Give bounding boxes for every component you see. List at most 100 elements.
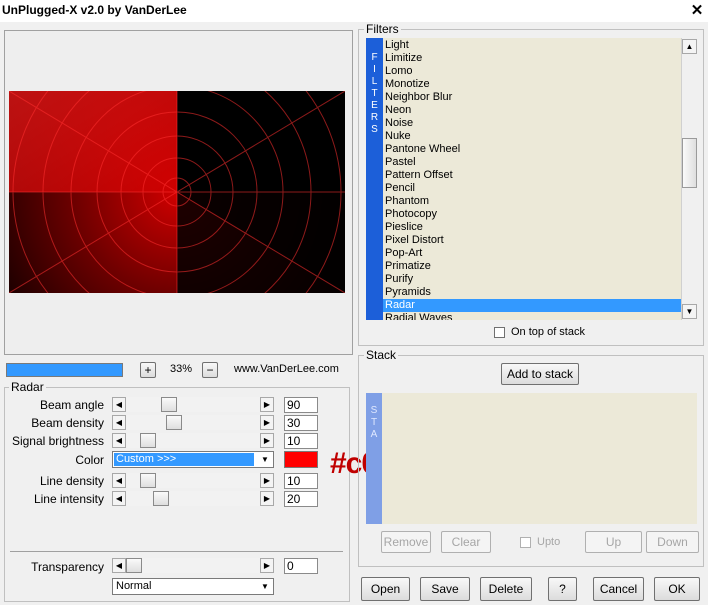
upto-checkbox[interactable] — [520, 537, 531, 548]
filter-list-item[interactable]: Limitize — [385, 52, 679, 65]
save-button[interactable]: Save — [420, 577, 470, 601]
filter-list-item[interactable]: Monotize — [385, 78, 679, 91]
title-bar: UnPlugged-X v2.0 by VanDerLee ✕ — [0, 0, 708, 22]
filters-side-label: FILTERS — [370, 52, 379, 135]
scroll-down-icon[interactable]: ▼ — [682, 304, 697, 319]
upto-label: Upto — [537, 536, 561, 548]
param-label: Signal brightness — [11, 434, 104, 448]
filter-list-item[interactable]: Pixel Distort — [385, 234, 679, 247]
window-title: UnPlugged-X v2.0 by VanDerLee — [2, 3, 187, 17]
cancel-button[interactable]: Cancel — [593, 577, 644, 601]
color-select-value: Custom >>> — [114, 453, 254, 466]
add-to-stack-button[interactable]: Add to stack — [501, 363, 579, 385]
filter-list-item[interactable]: Radar — [383, 299, 681, 312]
clear-button[interactable]: Clear — [441, 531, 491, 553]
preview-image[interactable] — [9, 91, 345, 293]
filter-list-item[interactable]: Radial Waves — [385, 312, 679, 320]
open-button[interactable]: Open — [361, 577, 410, 601]
filter-list-item[interactable]: Pastel — [385, 156, 679, 169]
filter-list-item[interactable]: Pattern Offset — [385, 169, 679, 182]
slider-thumb[interactable] — [140, 473, 156, 488]
delete-button[interactable]: Delete — [480, 577, 532, 601]
stack-side-tab: STA — [366, 393, 382, 524]
help-button[interactable]: ? — [548, 577, 577, 601]
color-label: Color — [75, 453, 104, 467]
slider-left-arrow-icon[interactable]: ◀ — [112, 397, 126, 412]
slider-right-arrow-icon[interactable]: ▶ — [260, 558, 274, 573]
slider-left-arrow-icon[interactable]: ◀ — [112, 473, 126, 488]
on-top-checkbox[interactable] — [494, 327, 505, 338]
color-select[interactable]: Custom >>> ▼ — [112, 451, 274, 468]
close-icon[interactable]: ✕ — [688, 2, 706, 19]
param-label: Beam angle — [39, 398, 104, 412]
param-value-input[interactable]: 10 — [284, 433, 318, 449]
zoom-out-button[interactable]: − — [202, 362, 218, 378]
slider-right-arrow-icon[interactable]: ▶ — [260, 491, 274, 506]
filter-list-item[interactable]: Noise — [385, 117, 679, 130]
param-value-input[interactable]: 90 — [284, 397, 318, 413]
param-slider[interactable]: ◀ ▶ — [112, 473, 274, 488]
filter-list-item[interactable]: Light — [385, 39, 679, 52]
scrollbar-thumb[interactable] — [682, 138, 697, 188]
slider-thumb[interactable] — [126, 558, 142, 573]
stack-list[interactable] — [382, 393, 697, 524]
transparency-value[interactable]: 0 — [284, 558, 318, 574]
slider-left-arrow-icon[interactable]: ◀ — [112, 433, 126, 448]
filter-list-item[interactable]: Phantom — [385, 195, 679, 208]
filter-list-item[interactable]: Primatize — [385, 260, 679, 273]
slider-right-arrow-icon[interactable]: ▶ — [260, 433, 274, 448]
slider-left-arrow-icon[interactable]: ◀ — [112, 558, 126, 573]
transparency-slider[interactable]: ◀ ▶ — [112, 558, 274, 573]
ok-button[interactable]: OK — [654, 577, 700, 601]
param-label: Line intensity — [33, 492, 104, 506]
filter-list-item[interactable]: Pantone Wheel — [385, 143, 679, 156]
on-top-label: On top of stack — [511, 326, 585, 338]
slider-thumb[interactable] — [140, 433, 156, 448]
slider-thumb[interactable] — [166, 415, 182, 430]
param-slider[interactable]: ◀ ▶ — [112, 433, 274, 448]
transparency-label: Transparency — [31, 560, 104, 574]
filter-list-item[interactable]: Pieslice — [385, 221, 679, 234]
filter-list-item[interactable]: Photocopy — [385, 208, 679, 221]
color-swatch[interactable] — [284, 451, 318, 468]
slider-thumb[interactable] — [153, 491, 169, 506]
param-value-input[interactable]: 10 — [284, 473, 318, 489]
slider-thumb[interactable] — [161, 397, 177, 412]
filter-list-item[interactable]: Nuke — [385, 130, 679, 143]
filter-list-item[interactable]: Pencil — [385, 182, 679, 195]
divider — [10, 551, 343, 552]
param-slider[interactable]: ◀ ▶ — [112, 397, 274, 412]
stack-side-label: STA — [370, 405, 378, 440]
preview-panel — [4, 30, 353, 355]
progress-bar — [6, 363, 123, 377]
remove-button[interactable]: Remove — [381, 531, 431, 553]
filters-side-tab: FILTERS — [366, 38, 383, 320]
param-slider[interactable]: ◀ ▶ — [112, 415, 274, 430]
slider-left-arrow-icon[interactable]: ◀ — [112, 491, 126, 506]
filters-group-label: Filters — [364, 22, 401, 36]
scroll-up-icon[interactable]: ▲ — [682, 39, 697, 54]
website-link[interactable]: www.VanDerLee.com — [234, 363, 339, 375]
down-button[interactable]: Down — [646, 531, 699, 553]
blend-mode-value: Normal — [116, 580, 152, 592]
filter-list-item[interactable]: Neon — [385, 104, 679, 117]
slider-right-arrow-icon[interactable]: ▶ — [260, 397, 274, 412]
filter-list-scrollbar[interactable]: ▲ ▼ — [681, 38, 697, 320]
blend-mode-select[interactable]: Normal ▼ — [112, 578, 274, 595]
filter-list-item[interactable]: Pyramids — [385, 286, 679, 299]
filter-list-item[interactable]: Purify — [385, 273, 679, 286]
filter-list[interactable]: Light Limitize Lomo Monotize Neighbor Blur Ne… — [383, 38, 681, 320]
slider-left-arrow-icon[interactable]: ◀ — [112, 415, 126, 430]
zoom-level: 33% — [170, 363, 193, 375]
filter-list-item[interactable]: Pop-Art — [385, 247, 679, 260]
slider-right-arrow-icon[interactable]: ▶ — [260, 473, 274, 488]
param-value-input[interactable]: 20 — [284, 491, 318, 507]
slider-right-arrow-icon[interactable]: ▶ — [260, 415, 274, 430]
filter-list-item[interactable]: Lomo — [385, 65, 679, 78]
up-button[interactable]: Up — [585, 531, 642, 553]
param-slider[interactable]: ◀ ▶ — [112, 491, 274, 506]
param-value-input[interactable]: 30 — [284, 415, 318, 431]
radar-group-label: Radar — [9, 380, 46, 394]
zoom-in-button[interactable]: + — [140, 362, 156, 378]
filter-list-item[interactable]: Neighbor Blur — [385, 91, 679, 104]
